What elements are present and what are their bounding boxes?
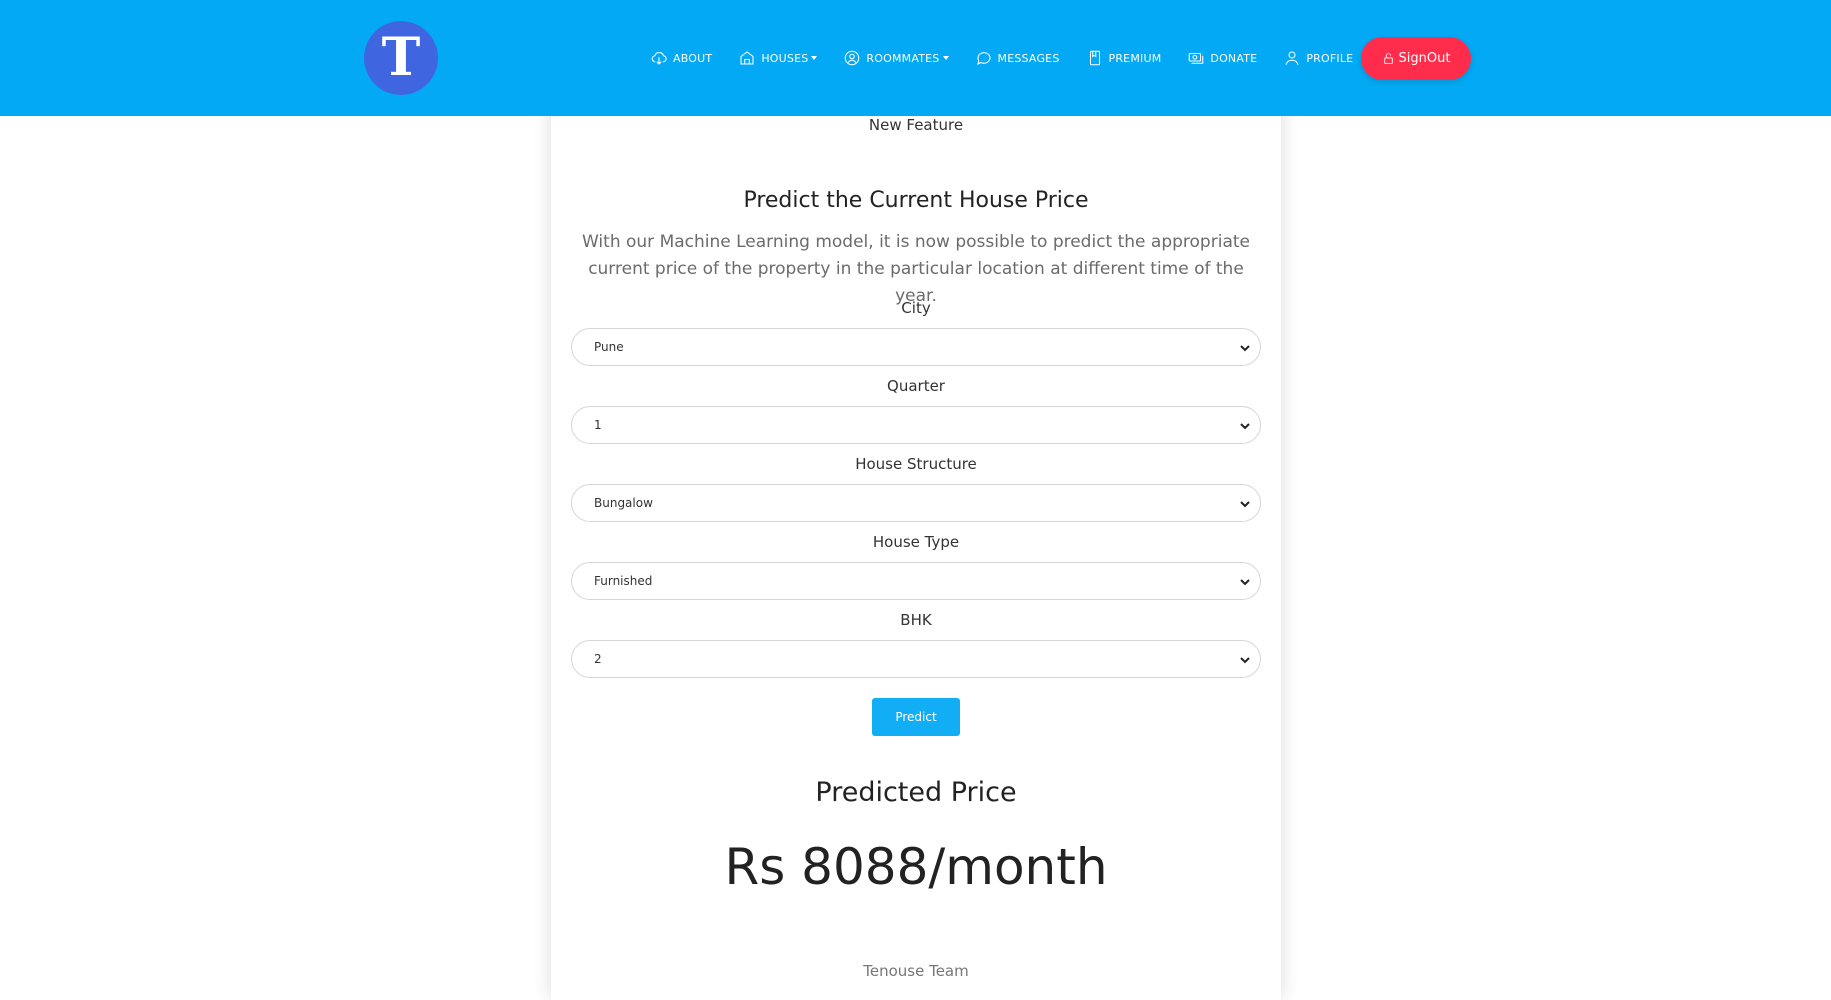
nav-item-about-label: ABOUT	[673, 51, 713, 65]
city-select[interactable]: Pune	[571, 328, 1261, 366]
bhk-select[interactable]: 2	[571, 640, 1261, 678]
brand-logo[interactable]: T	[364, 21, 438, 95]
nav-item-donate[interactable]: DONATE	[1187, 49, 1257, 67]
nav-item-profile-label: PROFILE	[1306, 51, 1354, 65]
user-circle-icon	[845, 50, 860, 66]
money-icon	[1189, 52, 1204, 64]
nav-item-messages[interactable]: MESSAGES	[975, 49, 1060, 67]
nav-item-premium[interactable]: PREMIUM	[1086, 49, 1162, 67]
nav-item-roommates[interactable]: ROOMMATES	[843, 49, 949, 67]
house-structure-select[interactable]: Bungalow	[571, 484, 1261, 522]
team-footer: Tenouse Team	[863, 962, 969, 980]
bookmark-icon	[1089, 50, 1100, 66]
house-type-label: House Type	[872, 533, 960, 551]
house-type-select[interactable]: Furnished	[571, 562, 1261, 600]
person-icon	[1285, 51, 1299, 65]
chevron-down-icon	[1240, 420, 1250, 430]
brand-logo-letter: T	[381, 27, 421, 88]
lock-icon	[1383, 53, 1393, 64]
predicted-price-value: Rs 8088/month	[724, 838, 1108, 896]
chevron-down-icon	[1240, 654, 1250, 664]
nav-item-about[interactable]: ABOUT	[650, 49, 712, 67]
house-type-select-value: Furnished	[594, 574, 653, 588]
quarter-label: Quarter	[887, 377, 945, 395]
city-label: City	[901, 299, 931, 317]
nav-item-roommates-label: ROOMMATES	[866, 51, 940, 65]
quarter-select[interactable]: 1	[571, 406, 1261, 444]
nav-item-donate-label: DONATE	[1210, 51, 1258, 65]
nav-item-premium-label: PREMIUM	[1108, 51, 1162, 65]
chevron-down-icon	[942, 56, 949, 60]
city-select-value: Pune	[594, 340, 624, 354]
signout-button[interactable]: SignOut	[1361, 37, 1471, 80]
house-structure-select-value: Bungalow	[594, 496, 653, 510]
quarter-select-value: 1	[594, 418, 602, 432]
chevron-down-icon	[811, 56, 818, 60]
nav-item-messages-label: MESSAGES	[997, 51, 1060, 65]
nav-item-profile[interactable]: PROFILE	[1283, 49, 1353, 67]
chevron-down-icon	[1240, 342, 1250, 352]
card-description: With our Machine Learning model, it is n…	[582, 232, 1250, 306]
bhk-select-value: 2	[594, 652, 602, 666]
signout-label: SignOut	[1398, 51, 1451, 66]
chevron-down-icon	[1240, 498, 1250, 508]
cloud-download-icon	[651, 52, 667, 65]
top-navbar: T ABOUT HOUSES ROOMMATES MESSAGES PREMIU…	[0, 0, 1831, 116]
new-feature-label: New Feature	[868, 116, 964, 134]
chevron-down-icon	[1240, 576, 1250, 586]
house-structure-label: House Structure	[855, 455, 977, 473]
predicted-price-title: Predicted Price	[815, 777, 1017, 808]
predict-button[interactable]: Predict	[872, 698, 960, 736]
nav-menu: ABOUT HOUSES ROOMMATES MESSAGES PREMIUM …	[650, 37, 1379, 79]
chat-bubble-icon	[976, 52, 990, 65]
nav-item-houses-label: HOUSES	[761, 51, 809, 65]
card-title: Predict the Current House Price	[743, 188, 1089, 213]
nav-item-houses[interactable]: HOUSES	[738, 49, 818, 67]
predict-price-card: New Feature Predict the Current House Pr…	[551, 100, 1281, 1000]
house-icon	[740, 51, 754, 65]
bhk-label: BHK	[900, 611, 932, 629]
